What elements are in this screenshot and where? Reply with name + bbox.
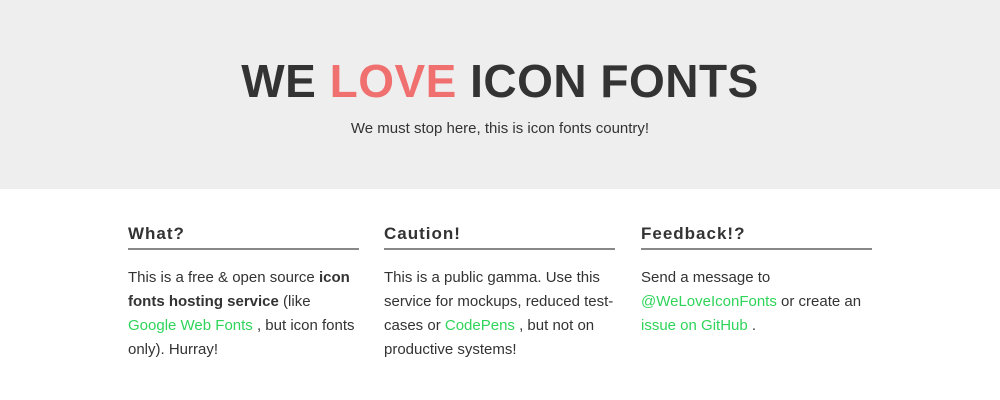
title-love: LOVE bbox=[329, 55, 457, 107]
twitter-handle-link[interactable]: @WeLoveIconFonts bbox=[641, 293, 777, 310]
tagline: We must stop here, this is icon fonts co… bbox=[350, 120, 650, 137]
google-web-fonts-link[interactable]: Google Web Fonts bbox=[128, 317, 253, 334]
what-text-2: (like bbox=[278, 293, 311, 310]
feedback-text-3: . bbox=[747, 317, 757, 334]
feedback-heading: Feedback!? bbox=[641, 222, 872, 250]
github-issue-link[interactable]: issue on GitHub bbox=[641, 317, 748, 334]
page-title: WE LOVE ICON FONTS bbox=[0, 55, 1000, 107]
what-paragraph: This is a free & open source icon fonts … bbox=[128, 266, 359, 362]
feedback-paragraph: Send a message to @WeLoveIconFonts or cr… bbox=[641, 266, 872, 338]
what-column: What? This is a free & open source icon … bbox=[128, 222, 359, 362]
caution-column: Caution! This is a public gamma. Use thi… bbox=[384, 222, 615, 362]
feedback-text-1: Send a message to bbox=[641, 269, 771, 286]
caution-paragraph: This is a public gamma. Use this service… bbox=[384, 266, 615, 362]
codepens-link[interactable]: CodePens bbox=[445, 317, 515, 334]
what-heading: What? bbox=[128, 222, 359, 250]
what-text-1: This is a free & open source bbox=[128, 269, 319, 286]
hero-banner: WE LOVE ICON FONTS We must stop here, th… bbox=[0, 0, 1000, 189]
title-icon-fonts: ICON FONTS bbox=[470, 55, 759, 107]
feedback-text-2: or create an bbox=[776, 293, 862, 310]
caution-heading: Caution! bbox=[384, 222, 615, 250]
feedback-column: Feedback!? Send a message to @WeLoveIcon… bbox=[641, 222, 872, 338]
title-we: WE bbox=[241, 55, 317, 107]
